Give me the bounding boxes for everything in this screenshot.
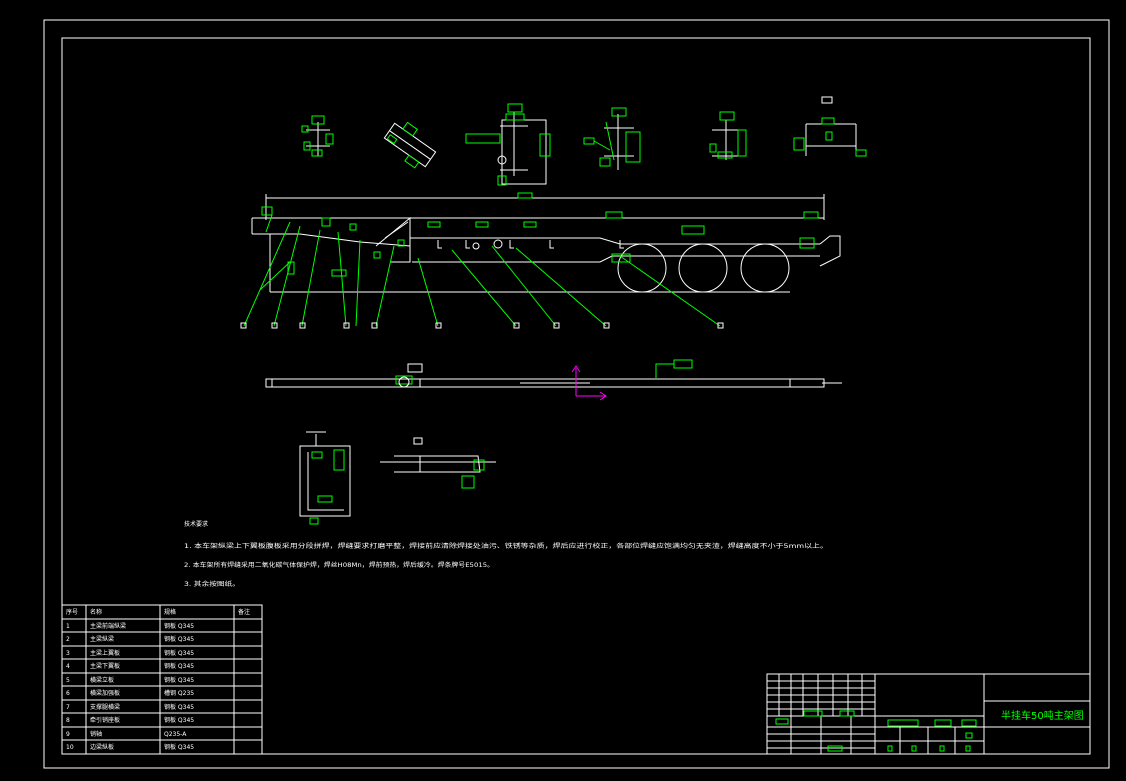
frame-plan-view [265, 359, 842, 401]
table-header-note: 备注 [238, 608, 250, 616]
table-cell: 3 [66, 650, 70, 657]
table-cell: 边梁纵板 [90, 743, 114, 751]
parts-table: 序号 名称 规格 备注 1 主梁前端纵梁 钢板 Q345 2 主梁纵梁 钢板 Q… [61, 604, 263, 755]
table-cell: 钢板 Q345 [164, 743, 194, 751]
table-cell: 4 [66, 663, 70, 670]
table-cell: 10 [66, 744, 74, 751]
table-header-no: 序号 [66, 608, 78, 616]
table-cell: 2 [66, 636, 70, 643]
table-cell: 支撑腿横梁 [90, 703, 120, 711]
table-cell: 钢板 Q345 [164, 703, 194, 711]
cad-drawing-canvas: 技术要求 1. 本车架纵梁上下翼板腹板采用分段拼焊，焊缝要求打磨平整，焊接前应清… [43, 19, 1110, 769]
table-cell: 横梁立板 [90, 676, 114, 684]
notes-heading: 技术要求 [184, 520, 208, 528]
drawing-title: 半挂车50吨主架图 [1001, 709, 1084, 722]
wheel-2 [678, 243, 728, 293]
note-line-3: 3. 其余按图纸。 [184, 580, 240, 588]
table-cell: 主梁下翼板 [90, 662, 120, 670]
section-detail-6 [793, 96, 867, 157]
section-detail-3 [465, 103, 551, 186]
table-cell: 横梁加强板 [90, 689, 120, 697]
section-detail-2 [383, 121, 437, 169]
note-line-1: 1. 本车架纵梁上下翼板腹板采用分段拼焊，焊缝要求打磨平整，焊接前应清除焊接处油… [184, 542, 828, 550]
section-details [301, 96, 867, 186]
table-cell: 钢板 Q345 [164, 622, 194, 630]
table-cell: 6 [66, 690, 70, 697]
note-line-2: 2. 本车架所有焊缝采用二氧化碳气体保护焊，焊丝H08Mn，焊前预热，焊后缓冷。… [184, 561, 494, 569]
table-cell: Q235-A [164, 731, 187, 738]
wheel-3 [740, 243, 790, 293]
table-cell: 9 [66, 731, 70, 738]
table-cell: 1 [66, 623, 70, 630]
table-cell: 7 [66, 704, 70, 711]
table-cell: 钢板 Q345 [164, 635, 194, 643]
table-cell: 钢板 Q345 [164, 716, 194, 724]
table-cell: 5 [66, 677, 70, 684]
technical-notes: 技术要求 1. 本车架纵梁上下翼板腹板采用分段拼焊，焊缝要求打磨平整，焊接前应清… [184, 520, 828, 588]
bottom-section-details [299, 431, 496, 525]
table-cell: 钢板 Q345 [164, 676, 194, 684]
table-cell: 主梁纵梁 [90, 635, 114, 643]
section-detail-5 [709, 111, 747, 160]
table-cell: 牵引销座板 [90, 716, 120, 724]
table-cell: 钢板 Q345 [164, 649, 194, 657]
wheel-1 [617, 243, 667, 293]
section-detail-1 [301, 115, 334, 157]
frame-side-view [240, 192, 841, 329]
table-cell: 槽钢 Q235 [164, 689, 194, 697]
table-cell: 主梁前端纵梁 [90, 622, 126, 630]
table-cell: 8 [66, 717, 70, 724]
section-detail-4 [583, 107, 641, 170]
title-block: 半挂车50吨主架图 [766, 673, 1091, 755]
table-header-name: 名称 [90, 608, 102, 616]
table-cell: 钢板 Q345 [164, 662, 194, 670]
table-header-spec: 规格 [164, 608, 176, 616]
table-cell: 主梁上翼板 [90, 649, 120, 657]
table-cell: 销轴 [90, 730, 102, 738]
